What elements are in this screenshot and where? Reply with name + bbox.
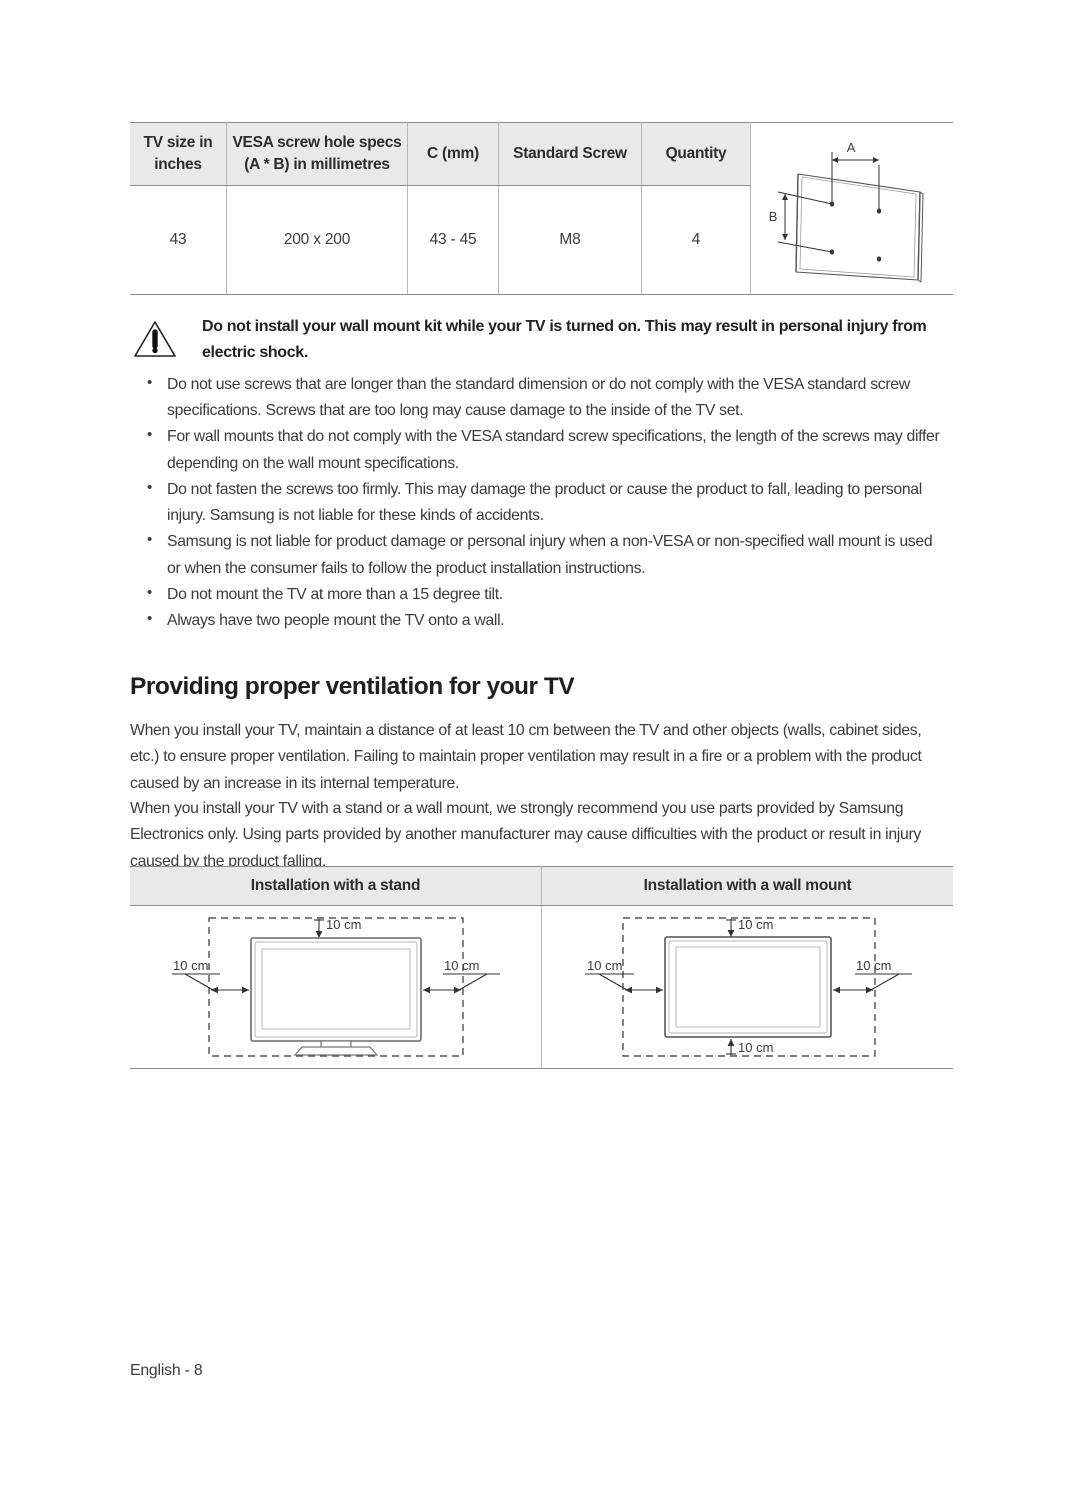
table-header-row: Installation with a stand Installation w…	[130, 866, 953, 906]
screw-holes	[829, 200, 882, 262]
section-heading: Providing proper ventilation for your TV	[130, 673, 575, 701]
cell-tv-back-diagram: A B	[750, 140, 953, 295]
wall-mount-installation-diagram: 10 cm 10 cm 10 cm 10 cm	[584, 917, 912, 1057]
document-page: TV size in inches VESA screw hole specs …	[0, 0, 1080, 1494]
clearance-label-bottom: 10 cm	[738, 1040, 773, 1055]
list-item: For wall mounts that do not comply with …	[142, 423, 948, 476]
vesa-spec-table: TV size in inches VESA screw hole specs …	[130, 122, 953, 295]
col-header-standard-screw: Standard Screw	[498, 122, 642, 186]
list-item: Do not mount the TV at more than a 15 de…	[142, 581, 948, 608]
col-header-c-mm: C (mm)	[407, 122, 499, 186]
installation-table: Installation with a stand Installation w…	[130, 866, 953, 1069]
header-line-2: inches	[154, 156, 202, 173]
col-header-vesa-spec: VESA screw hole specs (A * B) in millime…	[226, 122, 408, 186]
header-line-2: (A * B) in millimetres	[244, 156, 390, 173]
table-row: 10 cm 10 cm 10 cm 10 cm 10 cm 10 cm 10 c…	[130, 905, 953, 1069]
clearance-label-right: 10 cm	[444, 958, 479, 973]
clearance-label-right: 10 cm	[856, 958, 891, 973]
cell-stand-diagram: 10 cm 10 cm 10 cm	[130, 905, 542, 1069]
tv-back-panel-diagram: A B	[769, 140, 924, 282]
stand-installation-diagram: 10 cm 10 cm 10 cm	[171, 917, 500, 1057]
list-item: Do not fasten the screws too firmly. Thi…	[142, 476, 948, 529]
cell-standard-screw: M8	[498, 185, 642, 295]
clearance-label-left: 10 cm	[173, 958, 208, 973]
cell-tv-size: 43	[130, 185, 227, 295]
list-item: Always have two people mount the TV onto…	[142, 607, 948, 634]
col-header-quantity: Quantity	[641, 122, 751, 186]
col-header-tv-size: TV size in inches	[130, 122, 227, 186]
warning-block: Do not install your wall mount kit while…	[133, 314, 951, 366]
cell-c-mm: 43 - 45	[407, 185, 499, 295]
header-line-1: VESA screw hole specs	[232, 133, 402, 151]
cell-quantity: 4	[641, 185, 751, 295]
header-line-1: TV size in	[143, 133, 213, 151]
section-paragraph-1: When you install your TV, maintain a dis…	[130, 721, 922, 792]
page-footer: English - 8	[130, 1362, 203, 1379]
col-header-installation-stand: Installation with a stand	[130, 866, 542, 906]
warning-triangle-icon	[133, 314, 183, 364]
list-item: Samsung is not liable for product damage…	[142, 528, 948, 581]
clearance-label-top: 10 cm	[326, 917, 361, 932]
clearance-label-top: 10 cm	[738, 917, 773, 932]
cautions-list: Do not use screws that are longer than t…	[142, 371, 948, 634]
dimension-label-a: A	[847, 140, 856, 155]
cell-wall-mount-diagram: 10 cm 10 cm 10 cm 10 cm	[541, 905, 953, 1069]
dimension-label-b: B	[769, 209, 777, 224]
warning-text: Do not install your wall mount kit while…	[202, 318, 927, 361]
clearance-label-left: 10 cm	[587, 958, 622, 973]
section-paragraph-2: When you install your TV with a stand or…	[130, 799, 921, 870]
table-row: 43 200 x 200 43 - 45 M8 4 A B	[130, 140, 953, 295]
col-header-installation-wall-mount: Installation with a wall mount	[541, 866, 953, 906]
list-item: Do not use screws that are longer than t…	[142, 371, 948, 424]
cell-vesa-spec: 200 x 200	[226, 185, 408, 295]
